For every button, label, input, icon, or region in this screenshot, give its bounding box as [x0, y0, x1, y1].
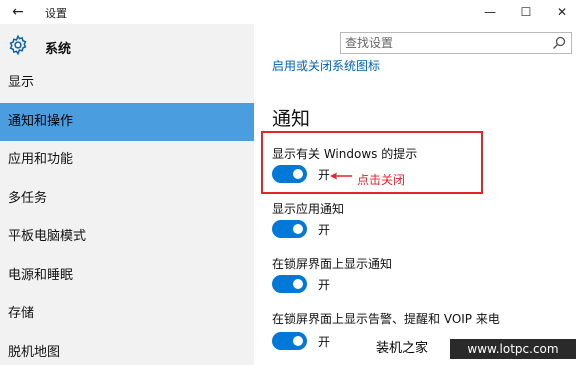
arrow-left-icon [330, 172, 352, 180]
search-input[interactable] [341, 33, 547, 53]
main-content: 启用或关闭系统图标 通知 显示有关 Windows 的提示 开 显示应用通知 开… [254, 54, 580, 365]
title-bar: ← 设置 — ☐ ✕ [0, 0, 580, 24]
sidebar-item-offline-maps[interactable]: 脱机地图 [0, 334, 254, 365]
setting-label-lockscreen-alarms: 在锁屏界面上显示告警、提醒和 VOIP 来电 [272, 312, 500, 326]
search-box [340, 32, 572, 54]
watermark-url: www.lotpc.com [450, 339, 576, 359]
nav-list: 显示 通知和操作 应用和功能 多任务 平板电脑模式 电源和睡眠 存储 脱机地图 [0, 64, 254, 365]
minimize-icon[interactable]: — [472, 0, 508, 24]
toggle-state-app-notifications: 开 [318, 223, 331, 237]
gear-icon [9, 34, 27, 56]
system-icons-link[interactable]: 启用或关闭系统图标 [272, 57, 380, 74]
setting-label-lockscreen-notifications: 在锁屏界面上显示通知 [272, 257, 393, 271]
sidebar-item-storage[interactable]: 存储 [0, 295, 254, 334]
toggle-state-lockscreen-notifications: 开 [318, 278, 331, 292]
maximize-icon[interactable]: ☐ [508, 0, 544, 24]
sidebar-item-notifications[interactable]: 通知和操作 [0, 102, 254, 141]
watermark: 装机之家 www.lotpc.com [370, 337, 576, 361]
section-title: 通知 [272, 108, 311, 130]
sidebar-title: 系统 [45, 42, 72, 57]
annotation-text: 点击关闭 [357, 173, 406, 187]
search-icon[interactable] [551, 35, 567, 51]
back-arrow-icon[interactable]: ← [8, 2, 28, 22]
toggle-knob [293, 336, 303, 346]
toggle-state-lockscreen-alarms: 开 [318, 335, 331, 349]
sidebar-item-display[interactable]: 显示 [0, 64, 254, 103]
sidebar-item-apps[interactable]: 应用和功能 [0, 141, 254, 180]
toggle-knob [293, 279, 303, 289]
toggle-app-notifications[interactable] [272, 220, 307, 238]
window-title: 设置 [45, 7, 67, 20]
sidebar-header: 系统 [0, 28, 254, 64]
close-icon[interactable]: ✕ [544, 0, 580, 24]
sidebar-item-tablet-mode[interactable]: 平板电脑模式 [0, 218, 254, 257]
sidebar: 系统 显示 通知和操作 应用和功能 多任务 平板电脑模式 电源和睡眠 存储 脱机… [0, 24, 254, 365]
toggle-lockscreen-alarms[interactable] [272, 332, 307, 350]
sidebar-item-power-sleep[interactable]: 电源和睡眠 [0, 257, 254, 296]
watermark-site-name: 装机之家 [370, 339, 435, 359]
toggle-knob [293, 224, 303, 234]
setting-label-app-notifications: 显示应用通知 [272, 202, 345, 216]
sidebar-item-multitasking[interactable]: 多任务 [0, 180, 254, 219]
toggle-lockscreen-notifications[interactable] [272, 275, 307, 293]
